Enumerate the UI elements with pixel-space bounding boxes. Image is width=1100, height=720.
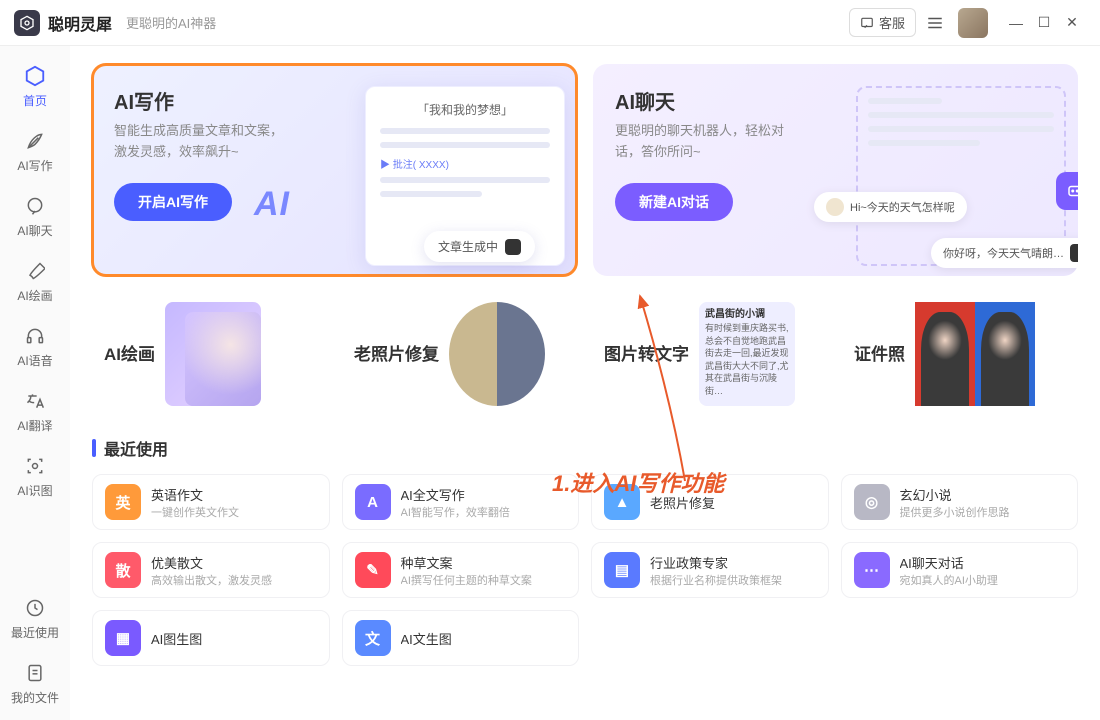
tool-subtitle: 宛如真人的AI小助理 <box>900 572 998 588</box>
sidebar-item-files[interactable]: 我的文件 <box>7 653 63 710</box>
menu-button[interactable] <box>926 14 948 32</box>
tool-subtitle: 一键创作英文作文 <box>151 504 239 520</box>
mock-chat: Hi~今天的天气怎样呢 你好呀，今天天气晴朗… <box>856 86 1066 266</box>
titlebar: 聪明灵犀 更聪明的AI神器 客服 — ☐ ✕ <box>0 0 1100 46</box>
maximize-button[interactable]: ☐ <box>1030 14 1058 31</box>
feature-restore-thumb <box>449 302 545 406</box>
hero-writing-title: AI写作 <box>114 86 294 115</box>
ai-badge: AI <box>254 185 290 224</box>
close-button[interactable]: ✕ <box>1058 14 1086 31</box>
feature-idphoto-thumb <box>915 302 1035 406</box>
hero-chat-desc: 更聪明的聊天机器人，轻松对话，答你所问~ <box>615 121 795 163</box>
tool-icon: 文 <box>355 620 391 656</box>
feature-restore[interactable]: 老照片修复 <box>342 290 578 418</box>
content: AI写作 智能生成高质量文章和文案，激发灵感，效率飙升~ 开启AI写作 AI 「… <box>70 46 1100 720</box>
new-chat-button[interactable]: 新建AI对话 <box>615 183 733 221</box>
recent-tool-3[interactable]: ◎ 玄幻小说提供更多小说创作思路 <box>841 474 1079 530</box>
recent-tool-4[interactable]: 散 优美散文高效输出散文，激发灵感 <box>92 542 330 598</box>
brush-icon <box>23 259 47 283</box>
support-button[interactable]: 客服 <box>849 8 916 37</box>
minimize-button[interactable]: — <box>1002 15 1030 31</box>
tool-title: AI全文写作 <box>401 485 510 504</box>
tool-subtitle: AI智能写作，效率翻倍 <box>401 504 510 520</box>
recent-tool-9[interactable]: 文 AI文生图 <box>342 610 580 666</box>
tool-title: 英语作文 <box>151 485 239 504</box>
tool-title: 玄幻小说 <box>900 485 1010 504</box>
translate-icon <box>23 389 47 413</box>
sidebar-item-paint[interactable]: AI绘画 <box>7 251 63 308</box>
app-mini-icon <box>505 239 521 255</box>
sidebar-item-recent[interactable]: 最近使用 <box>7 588 63 645</box>
app-title: 聪明灵犀 <box>48 11 112 35</box>
tool-icon: ◎ <box>854 484 890 520</box>
recent-tool-7[interactable]: ⋯ AI聊天对话宛如真人的AI小助理 <box>841 542 1079 598</box>
tool-title: 行业政策专家 <box>650 553 782 572</box>
tool-subtitle: 提供更多小说创作思路 <box>900 504 1010 520</box>
recent-tools-grid: 英 英语作文一键创作英文作文A AI全文写作AI智能写作，效率翻倍▲ 老照片修复… <box>92 474 1078 666</box>
tool-subtitle: 高效输出散文，激发灵感 <box>151 572 272 588</box>
hero-chat-title: AI聊天 <box>615 86 795 115</box>
user-avatar[interactable] <box>958 8 988 38</box>
feature-ocr[interactable]: 图片转文字 武昌街的小调 有时候到重庆路买书,总会不自觉地跑武昌街去走一回,最近… <box>592 290 828 418</box>
recent-tool-8[interactable]: ▦ AI图生图 <box>92 610 330 666</box>
scan-icon <box>23 454 47 478</box>
tool-title: 老照片修复 <box>650 493 715 512</box>
sidebar-item-voice[interactable]: AI语音 <box>7 316 63 373</box>
recent-tool-0[interactable]: 英 英语作文一键创作英文作文 <box>92 474 330 530</box>
recent-tool-1[interactable]: A AI全文写作AI智能写作，效率翻倍 <box>342 474 580 530</box>
user-mini-avatar <box>826 198 844 216</box>
ai-mini-icon <box>1070 244 1078 262</box>
feather-icon <box>23 129 47 153</box>
chat-fab-icon <box>1056 172 1078 210</box>
sidebar: 首页 AI写作 AI聊天 AI绘画 AI语音 AI翻译 AI识图 最 <box>0 46 70 720</box>
tool-subtitle: 根据行业名称提供政策框架 <box>650 572 782 588</box>
feature-paint-thumb <box>165 302 261 406</box>
hero-writing-desc: 智能生成高质量文章和文案，激发灵感，效率飙升~ <box>114 121 294 163</box>
tool-title: AI图生图 <box>151 629 202 648</box>
hero-writing-card[interactable]: AI写作 智能生成高质量文章和文案，激发灵感，效率飙升~ 开启AI写作 AI 「… <box>92 64 577 276</box>
tool-icon: 英 <box>105 484 141 520</box>
logo-icon <box>14 10 40 36</box>
sidebar-item-writing[interactable]: AI写作 <box>7 121 63 178</box>
clock-icon <box>23 596 47 620</box>
tool-title: AI聊天对话 <box>900 553 998 572</box>
app-logo: 聪明灵犀 更聪明的AI神器 <box>14 10 216 36</box>
home-icon <box>23 64 47 88</box>
feature-ocr-thumb: 武昌街的小调 有时候到重庆路买书,总会不自觉地跑武昌街去走一回,最近发现武昌街大… <box>699 302 795 406</box>
tool-title: 种草文案 <box>401 553 532 572</box>
tool-icon: ▤ <box>604 552 640 588</box>
chat-bubble-ai: 你好呀，今天天气晴朗… <box>931 238 1078 268</box>
generating-chip: 文章生成中 <box>424 231 535 262</box>
tool-icon: ▦ <box>105 620 141 656</box>
chat-bubble-user: Hi~今天的天气怎样呢 <box>814 192 967 222</box>
tool-icon: ✎ <box>355 552 391 588</box>
tool-title: AI文生图 <box>401 629 452 648</box>
hero-chat-card[interactable]: AI聊天 更聪明的聊天机器人，轻松对话，答你所问~ 新建AI对话 Hi~今天的天… <box>593 64 1078 276</box>
recent-tool-2[interactable]: ▲ 老照片修复 <box>591 474 829 530</box>
tool-icon: ▲ <box>604 484 640 520</box>
sidebar-item-translate[interactable]: AI翻译 <box>7 381 63 438</box>
sidebar-item-ocr[interactable]: AI识图 <box>7 446 63 503</box>
sidebar-item-chat[interactable]: AI聊天 <box>7 186 63 243</box>
headphone-icon <box>23 324 47 348</box>
tool-subtitle: AI撰写任何主题的种草文案 <box>401 572 532 588</box>
sidebar-item-home[interactable]: 首页 <box>7 56 63 113</box>
hamburger-icon <box>926 14 944 32</box>
tool-icon: 散 <box>105 552 141 588</box>
file-icon <box>23 661 47 685</box>
feature-idphoto[interactable]: 证件照 <box>842 290 1078 418</box>
recent-header: 最近使用 <box>92 436 1078 460</box>
tool-icon: ⋯ <box>854 552 890 588</box>
feature-paint[interactable]: AI绘画 <box>92 290 328 418</box>
tool-icon: A <box>355 484 391 520</box>
recent-tool-5[interactable]: ✎ 种草文案AI撰写任何主题的种草文案 <box>342 542 580 598</box>
tool-title: 优美散文 <box>151 553 272 572</box>
app-tagline: 更聪明的AI神器 <box>126 13 216 32</box>
chat-icon <box>860 16 874 30</box>
chat-bubble-icon <box>23 194 47 218</box>
start-writing-button[interactable]: 开启AI写作 <box>114 183 232 221</box>
recent-tool-6[interactable]: ▤ 行业政策专家根据行业名称提供政策框架 <box>591 542 829 598</box>
